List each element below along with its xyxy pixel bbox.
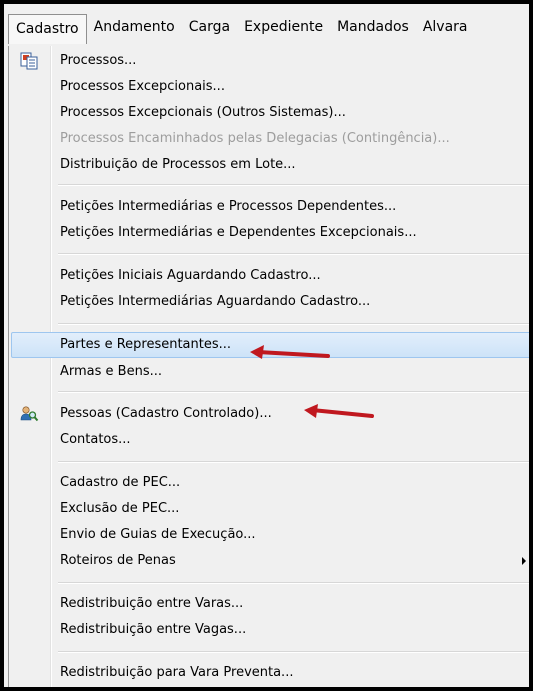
menubar-andamento[interactable]: Andamento xyxy=(87,13,182,41)
menu-separator xyxy=(58,391,529,393)
menu-item-label: Petições Intermediárias Aguardando Cadas… xyxy=(60,294,371,309)
menu-item-label: Processos... xyxy=(60,53,137,68)
menu-separator xyxy=(58,651,529,653)
menu-item-exclusao-pec[interactable]: Exclusão de PEC... xyxy=(11,496,529,522)
menu-item-redistribuicao-preventa[interactable]: Redistribuição para Vara Preventa... xyxy=(11,660,529,686)
menu-item-contatos[interactable]: Contatos... xyxy=(11,427,529,453)
menu-item-label: Petições Intermediárias e Processos Depe… xyxy=(60,199,397,214)
people-search-icon xyxy=(20,406,39,422)
screenshot-frame: Cadastro Andamento Carga Expediente Mand… xyxy=(0,0,533,691)
menu-separator xyxy=(58,461,529,463)
menu-item-label: Distribuição de Processos em Lote... xyxy=(60,157,296,172)
menu-item-label: Redistribuição entre Vagas... xyxy=(60,622,247,637)
menubar-mandados[interactable]: Mandados xyxy=(330,13,416,41)
cadastro-dropdown-menu: Processos... Processos Excepcionais... P… xyxy=(8,46,529,687)
menu-item-peticoes-iniciais-aguardando[interactable]: Petições Iniciais Aguardando Cadastro... xyxy=(11,263,529,289)
menu-item-redistribuicao-vagas[interactable]: Redistribuição entre Vagas... xyxy=(11,617,529,643)
menu-item-processos-encaminhados: Processos Encaminhados pelas Delegacias … xyxy=(11,126,529,152)
menu-item-processos[interactable]: Processos... xyxy=(11,48,529,74)
menu-item-label: Pessoas (Cadastro Controlado)... xyxy=(60,406,272,421)
menu-item-peticoes-intermediarias-dependentes[interactable]: Petições Intermediárias e Processos Depe… xyxy=(11,194,529,220)
annotation-arrow-icon xyxy=(304,404,374,418)
menu-item-label: Petições Iniciais Aguardando Cadastro... xyxy=(60,268,321,283)
menu-item-label: Redistribuição para Vara Preventa... xyxy=(60,665,294,680)
menu-item-peticoes-dependentes-excepcionais[interactable]: Petições Intermediárias e Dependentes Ex… xyxy=(11,220,529,246)
menu-item-label: Envio de Guias de Execução... xyxy=(60,527,256,542)
menu-item-roteiros-penas[interactable]: Roteiros de Penas xyxy=(11,548,529,574)
menu-item-label: Redistribuição entre Varas... xyxy=(60,596,244,611)
menu-item-envio-guias[interactable]: Envio de Guias de Execução... xyxy=(11,522,529,548)
menu-item-label: Armas e Bens... xyxy=(60,364,163,379)
menubar-expediente[interactable]: Expediente xyxy=(237,13,330,41)
menu-item-label: Exclusão de PEC... xyxy=(60,501,180,516)
documents-icon xyxy=(20,52,38,70)
menu-item-pessoas[interactable]: Pessoas (Cadastro Controlado)... xyxy=(11,401,529,427)
menubar-cadastro[interactable]: Cadastro xyxy=(8,14,87,44)
menu-item-distribuicao-lote[interactable]: Distribuição de Processos em Lote... xyxy=(11,152,529,178)
menu-separator xyxy=(58,582,529,584)
menu-item-label: Processos Excepcionais... xyxy=(60,79,225,94)
menu-item-processos-excepcionais[interactable]: Processos Excepcionais... xyxy=(11,74,529,100)
menu-item-label: Contatos... xyxy=(60,432,131,447)
menu-item-cadastro-pec[interactable]: Cadastro de PEC... xyxy=(11,470,529,496)
menu-item-label: Processos Encaminhados pelas Delegacias … xyxy=(60,131,450,146)
menu-item-redistribuicao-varas[interactable]: Redistribuição entre Varas... xyxy=(11,591,529,617)
menu-separator xyxy=(58,184,529,186)
menu-separator xyxy=(58,323,529,325)
menu-item-processos-excepcionais-outros[interactable]: Processos Excepcionais (Outros Sistemas)… xyxy=(11,100,529,126)
menu-item-label: Roteiros de Penas xyxy=(60,553,176,568)
menubar-alvara[interactable]: Alvara xyxy=(416,13,475,41)
menu-item-label: Petições Intermediárias e Dependentes Ex… xyxy=(60,225,417,240)
submenu-arrow-icon xyxy=(522,557,526,565)
menu-separator xyxy=(58,253,529,255)
menu-item-label: Processos Excepcionais (Outros Sistemas)… xyxy=(60,105,346,120)
menu-bar: Cadastro Andamento Carga Expediente Mand… xyxy=(8,8,529,47)
annotation-arrow-icon xyxy=(250,345,330,359)
menubar-carga[interactable]: Carga xyxy=(182,13,237,41)
menu-item-label: Partes e Representantes... xyxy=(60,337,232,352)
menu-item-label: Cadastro de PEC... xyxy=(60,475,181,490)
menu-item-peticoes-intermediarias-aguardando[interactable]: Petições Intermediárias Aguardando Cadas… xyxy=(11,289,529,315)
